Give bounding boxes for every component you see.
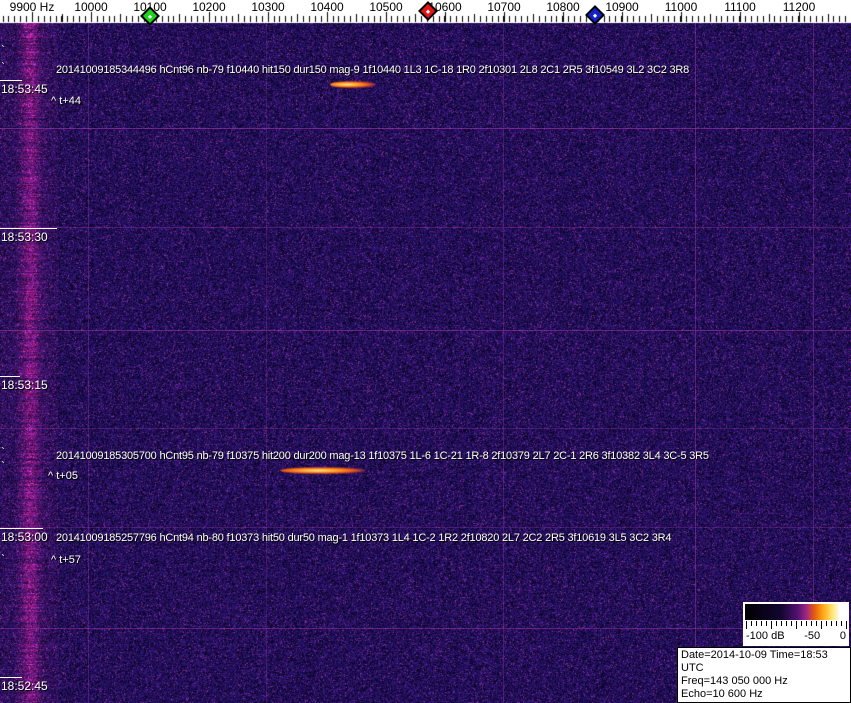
detection-annotation: 20141009185257796 hCnt94 nb-80 f10373 hi… <box>56 532 672 544</box>
db-tick <box>826 621 827 626</box>
edge-tick-mark: ` <box>1 43 5 57</box>
color-gradient-bar <box>745 604 847 620</box>
db-max-label: 0 <box>839 630 846 642</box>
db-mid-label: -50 <box>804 630 821 642</box>
db-tick <box>821 621 822 629</box>
db-tick <box>796 621 797 629</box>
edge-tick-mark: ` <box>1 459 5 473</box>
overlay-text-layer: 18:53:45 18:53:30 18:53:15 18:53:00 18:52:45… <box>0 0 851 703</box>
detection-annotation: 20141009185344496 hCnt96 nb-79 f10440 hi… <box>56 64 690 76</box>
db-scale-ticks <box>745 621 847 630</box>
db-tick <box>791 621 792 626</box>
time-label: 18:53:00 <box>1 530 48 544</box>
time-offset-label: ^ t+05 <box>48 470 78 482</box>
time-label: 18:53:15 <box>1 378 48 392</box>
db-tick <box>806 621 807 626</box>
time-offset-label: ^ t+44 <box>51 95 81 107</box>
time-tick-line <box>0 528 43 529</box>
db-tick <box>836 621 837 626</box>
time-tick-line <box>0 228 57 229</box>
db-tick <box>776 621 777 626</box>
db-tick <box>811 621 812 626</box>
time-label: 18:52:45 <box>1 679 48 693</box>
db-min-label: -100 dB <box>746 630 785 642</box>
frequency-line: Freq=143 050 000 Hz <box>681 675 788 687</box>
date-time-line: Date=2014-10-09 Time=18:53 UTC <box>681 649 828 674</box>
edge-tick-mark: ` <box>1 445 5 459</box>
db-scale-labels: -100 dB -50 0 <box>744 630 848 643</box>
db-tick <box>801 621 802 626</box>
db-color-scale: -100 dB -50 0 <box>743 602 849 646</box>
detection-annotation: 20141009185305700 hCnt95 nb-79 f10375 hi… <box>56 450 709 462</box>
edge-tick-mark: ` <box>1 60 5 74</box>
db-tick <box>841 621 842 626</box>
db-tick <box>766 621 767 626</box>
time-tick-line <box>0 677 22 678</box>
db-tick <box>746 621 747 629</box>
time-tick-line <box>0 80 22 81</box>
time-label: 18:53:45 <box>1 82 48 96</box>
time-offset-label: ^ t+57 <box>51 554 81 566</box>
db-tick <box>786 621 787 626</box>
db-tick <box>781 621 782 626</box>
db-tick <box>831 621 832 626</box>
echo-frequency-line: Echo=10 600 Hz <box>681 688 763 700</box>
meteor-echo-spectrogram-app: 9900 Hz100001010010200103001040010500106… <box>0 0 851 703</box>
db-tick <box>771 621 772 629</box>
db-tick <box>751 621 752 626</box>
edge-tick-mark: ` <box>1 552 5 566</box>
time-tick-line <box>0 376 20 377</box>
db-tick <box>756 621 757 626</box>
db-tick <box>761 621 762 626</box>
status-info-box: Date=2014-10-09 Time=18:53 UTC Freq=143 … <box>677 647 851 703</box>
time-label: 18:53:30 <box>1 230 48 244</box>
db-tick <box>816 621 817 626</box>
db-tick <box>846 621 847 629</box>
